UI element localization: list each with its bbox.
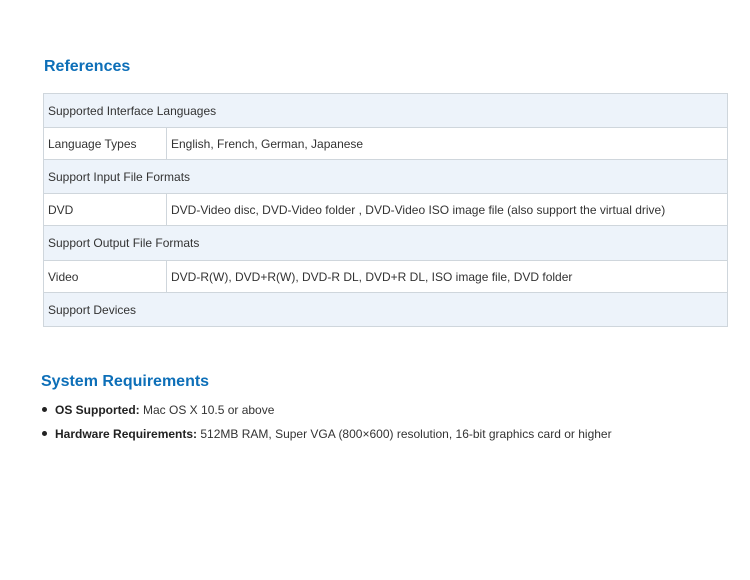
table-section-row: Support Devices — [43, 292, 728, 327]
bullet-icon — [42, 431, 47, 436]
section-title-output-formats: Support Output File Formats — [43, 225, 728, 261]
table-section-row: Support Input File Formats — [43, 159, 728, 194]
row-label-language-types: Language Types — [43, 127, 167, 160]
system-requirements-heading: System Requirements — [41, 373, 210, 390]
table-section-row: Supported Interface Languages — [43, 93, 728, 128]
requirement-value-os: Mac OS X 10.5 or above — [139, 403, 275, 417]
references-heading: References — [44, 58, 131, 75]
table-section-row: Support Output File Formats — [43, 225, 728, 261]
row-value-video: DVD-R(W), DVD+R(W), DVD-R DL, DVD+R DL, … — [166, 260, 728, 293]
bullet-icon — [42, 407, 47, 412]
list-item: OS Supported: Mac OS X 10.5 or above — [41, 400, 612, 424]
row-label-dvd: DVD — [43, 193, 167, 226]
references-table: Supported Interface Languages Language T… — [43, 93, 728, 327]
row-value-language-types: English, French, German, Japanese — [166, 127, 728, 160]
row-label-video: Video — [43, 260, 167, 293]
row-value-dvd: DVD-Video disc, DVD-Video folder , DVD-V… — [166, 193, 728, 226]
table-row: Video DVD-R(W), DVD+R(W), DVD-R DL, DVD+… — [43, 260, 728, 293]
requirements-list: OS Supported: Mac OS X 10.5 or above Har… — [41, 400, 612, 448]
requirement-value-hardware: 512MB RAM, Super VGA (800×600) resolutio… — [197, 427, 612, 441]
requirement-term-hardware: Hardware Requirements: — [55, 427, 198, 441]
section-title-interface-languages: Supported Interface Languages — [43, 93, 728, 128]
table-row: Language Types English, French, German, … — [43, 127, 728, 160]
table-row: DVD DVD-Video disc, DVD-Video folder , D… — [43, 193, 728, 226]
list-item: Hardware Requirements: 512MB RAM, Super … — [41, 424, 612, 448]
section-title-support-devices: Support Devices — [43, 292, 728, 327]
requirement-term-os: OS Supported: — [55, 403, 140, 417]
section-title-input-formats: Support Input File Formats — [43, 159, 728, 194]
